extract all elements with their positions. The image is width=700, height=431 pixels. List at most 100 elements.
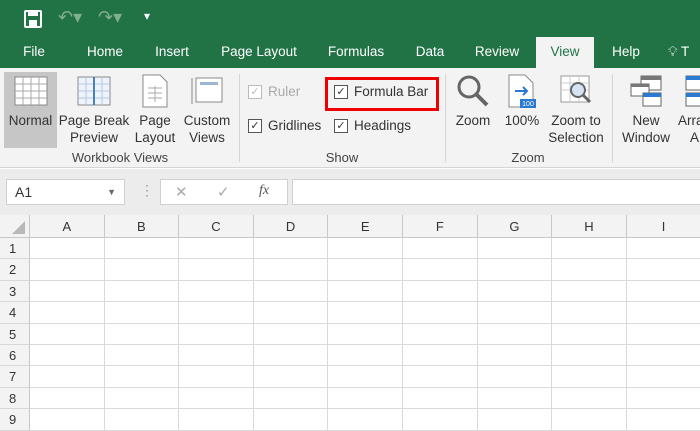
cell-A5[interactable]	[30, 323, 105, 345]
cell-I8[interactable]	[626, 388, 700, 410]
cell-C1[interactable]	[179, 238, 254, 260]
cell-I7[interactable]	[626, 366, 700, 388]
cell-C7[interactable]	[179, 366, 254, 388]
cell-A6[interactable]	[30, 345, 105, 367]
cell-D6[interactable]	[253, 345, 329, 367]
cell-F6[interactable]	[403, 345, 478, 367]
gridlines-checkbox[interactable]: ✓ Gridlines	[248, 118, 321, 133]
row-header-3[interactable]: 3	[0, 280, 30, 303]
cell-H9[interactable]	[552, 409, 627, 431]
cell-D4[interactable]	[253, 302, 329, 324]
row-header-5[interactable]: 5	[0, 323, 30, 345]
zoom-to-selection-button[interactable]: Zoom to Selection	[546, 72, 606, 146]
cell-H2[interactable]	[552, 259, 627, 281]
cell-C2[interactable]	[179, 259, 254, 281]
cell-D5[interactable]	[253, 323, 329, 345]
normal-view-button[interactable]: Normal	[4, 72, 57, 148]
cell-I1[interactable]	[626, 238, 700, 260]
tab-home[interactable]: Home	[78, 37, 132, 68]
page-layout-button[interactable]: Page Layout	[131, 72, 179, 146]
column-header-i[interactable]: I	[626, 215, 700, 238]
column-header-a[interactable]: A	[30, 215, 105, 238]
cell-C5[interactable]	[179, 323, 254, 345]
cell-A7[interactable]	[30, 366, 105, 388]
formula-input[interactable]	[292, 179, 700, 205]
tab-help[interactable]: Help	[604, 37, 648, 68]
insert-function-icon[interactable]: fx	[259, 183, 269, 199]
cell-I4[interactable]	[626, 302, 700, 324]
cell-D3[interactable]	[253, 280, 329, 303]
cell-C3[interactable]	[179, 280, 254, 303]
row-header-8[interactable]: 8	[0, 387, 30, 410]
new-window-button[interactable]: New Window	[618, 72, 674, 146]
tab-view[interactable]: View	[536, 37, 594, 68]
cell-G6[interactable]	[477, 345, 553, 367]
cell-F5[interactable]	[403, 323, 478, 345]
ruler-checkbox[interactable]: ✓ Ruler	[248, 84, 300, 99]
cell-C4[interactable]	[179, 302, 254, 324]
cell-E7[interactable]	[328, 366, 403, 388]
cell-E8[interactable]	[328, 387, 403, 410]
cell-D8[interactable]	[253, 387, 329, 410]
cell-I6[interactable]	[626, 345, 700, 367]
row-header-1[interactable]: 1	[0, 238, 30, 260]
tab-formulas[interactable]: Formulas	[320, 37, 392, 68]
cell-F9[interactable]	[403, 409, 478, 431]
cell-F2[interactable]	[403, 259, 478, 281]
undo-icon[interactable]: ↶▾	[58, 7, 82, 28]
cell-D7[interactable]	[253, 366, 329, 388]
cell-E2[interactable]	[328, 259, 403, 281]
cell-G9[interactable]	[477, 409, 553, 431]
cell-A1[interactable]	[30, 238, 105, 260]
cell-B1[interactable]	[104, 238, 180, 260]
enter-icon[interactable]: ✓	[217, 183, 230, 201]
cell-C8[interactable]	[179, 387, 254, 410]
cell-A3[interactable]	[30, 280, 105, 303]
cell-F4[interactable]	[403, 302, 478, 324]
column-header-b[interactable]: B	[104, 215, 180, 238]
select-all-corner[interactable]	[0, 215, 30, 238]
cell-F1[interactable]	[403, 238, 478, 260]
cell-A2[interactable]	[30, 259, 105, 281]
tab-file[interactable]: File	[14, 37, 54, 68]
cell-B4[interactable]	[104, 302, 180, 324]
zoom-100-button[interactable]: 100 100%	[502, 72, 542, 129]
save-icon[interactable]	[24, 10, 42, 28]
tab-data[interactable]: Data	[408, 37, 452, 68]
cell-E4[interactable]	[328, 302, 403, 324]
column-header-e[interactable]: E	[328, 215, 403, 238]
drag-handle-icon[interactable]: ⋮	[140, 182, 154, 199]
cell-B6[interactable]	[104, 345, 180, 367]
cell-C6[interactable]	[179, 345, 254, 367]
customize-icon[interactable]: ▾	[144, 9, 150, 23]
row-header-4[interactable]: 4	[0, 302, 30, 324]
headings-checkbox[interactable]: ✓ Headings	[334, 118, 411, 133]
cell-G7[interactable]	[477, 366, 553, 388]
cell-I5[interactable]	[626, 324, 700, 345]
chevron-down-icon[interactable]: ▼	[107, 180, 116, 204]
cell-H8[interactable]	[552, 387, 627, 410]
cell-E1[interactable]	[328, 238, 403, 260]
cell-B8[interactable]	[104, 387, 180, 410]
cell-D2[interactable]	[253, 259, 329, 281]
cell-E9[interactable]	[328, 409, 403, 431]
column-header-d[interactable]: D	[253, 215, 329, 238]
cell-I9[interactable]	[626, 409, 700, 431]
cell-E5[interactable]	[328, 323, 403, 345]
cell-G2[interactable]	[477, 259, 553, 281]
column-header-c[interactable]: C	[179, 215, 254, 238]
cell-D1[interactable]	[253, 238, 329, 260]
cell-H3[interactable]	[552, 280, 627, 303]
cell-C9[interactable]	[179, 409, 254, 431]
cell-H5[interactable]	[552, 323, 627, 345]
cell-A4[interactable]	[30, 302, 105, 324]
cell-F8[interactable]	[403, 387, 478, 410]
cell-A8[interactable]	[30, 387, 105, 410]
tab-insert[interactable]: Insert	[148, 37, 196, 68]
cell-F7[interactable]	[403, 366, 478, 388]
zoom-button[interactable]: Zoom	[450, 72, 496, 129]
cell-G3[interactable]	[477, 280, 553, 303]
cell-B9[interactable]	[104, 409, 180, 431]
row-header-7[interactable]: 7	[0, 366, 30, 388]
cell-I3[interactable]	[626, 281, 700, 303]
